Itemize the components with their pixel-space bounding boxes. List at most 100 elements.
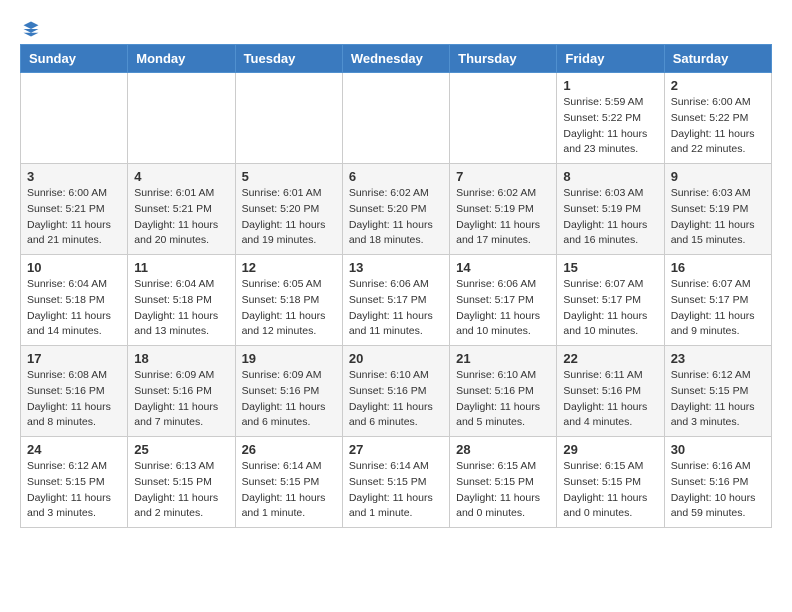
day-number: 19 (242, 351, 336, 366)
day-number: 29 (563, 442, 657, 457)
day-info: Sunrise: 6:14 AM Sunset: 5:15 PM Dayligh… (242, 459, 336, 522)
calendar-cell: 8 Sunrise: 6:03 AM Sunset: 5:19 PM Daylig… (557, 164, 664, 255)
day-info: Sunrise: 6:12 AM Sunset: 5:15 PM Dayligh… (27, 459, 121, 522)
calendar-cell: 25 Sunrise: 6:13 AM Sunset: 5:15 PM Dayli… (128, 437, 235, 528)
calendar-week-row: 24Sunrise: 6:12 AM Sunset: 5:15 PM Dayli… (21, 437, 772, 528)
day-number: 26 (242, 442, 336, 457)
day-number: 20 (349, 351, 443, 366)
calendar-cell: 17 Sunrise: 6:08 AM Sunset: 5:16 PM Dayli… (21, 346, 128, 437)
day-number: 5 (242, 169, 336, 184)
day-number: 27 (349, 442, 443, 457)
calendar-week-row: 1 Sunrise: 5:59 AM Sunset: 5:22 PM Daylig… (21, 73, 772, 164)
day-number: 15 (563, 260, 657, 275)
col-header-tuesday: Tuesday (235, 45, 342, 73)
day-info: Sunrise: 6:04 AM Sunset: 5:18 PM Dayligh… (134, 277, 228, 340)
calendar-cell (342, 73, 449, 164)
day-info: Sunrise: 6:14 AM Sunset: 5:15 PM Dayligh… (349, 459, 443, 522)
calendar-cell: 28Sunrise: 6:15 AM Sunset: 5:15 PM Dayli… (450, 437, 557, 528)
day-info: Sunrise: 5:59 AM Sunset: 5:22 PM Dayligh… (563, 95, 657, 158)
day-number: 9 (671, 169, 765, 184)
day-number: 18 (134, 351, 228, 366)
calendar-cell (235, 73, 342, 164)
day-number: 21 (456, 351, 550, 366)
day-number: 1 (563, 78, 657, 93)
calendar-cell: 22 Sunrise: 6:11 AM Sunset: 5:16 PM Dayli… (557, 346, 664, 437)
col-header-wednesday: Wednesday (342, 45, 449, 73)
calendar-week-row: 17 Sunrise: 6:08 AM Sunset: 5:16 PM Dayli… (21, 346, 772, 437)
day-number: 17 (27, 351, 121, 366)
calendar-cell: 9Sunrise: 6:03 AM Sunset: 5:19 PM Daylig… (664, 164, 771, 255)
day-info: Sunrise: 6:00 AM Sunset: 5:22 PM Dayligh… (671, 95, 765, 158)
day-number: 2 (671, 78, 765, 93)
day-info: Sunrise: 6:10 AM Sunset: 5:16 PM Dayligh… (349, 368, 443, 431)
day-info: Sunrise: 6:09 AM Sunset: 5:16 PM Dayligh… (242, 368, 336, 431)
day-number: 30 (671, 442, 765, 457)
logo-icon (22, 20, 40, 38)
day-info: Sunrise: 6:08 AM Sunset: 5:16 PM Dayligh… (27, 368, 121, 431)
calendar-cell: 27 Sunrise: 6:14 AM Sunset: 5:15 PM Dayli… (342, 437, 449, 528)
calendar-cell: 20 Sunrise: 6:10 AM Sunset: 5:16 PM Dayli… (342, 346, 449, 437)
calendar-cell: 7 Sunrise: 6:02 AM Sunset: 5:19 PM Daylig… (450, 164, 557, 255)
calendar-cell: 29Sunrise: 6:15 AM Sunset: 5:15 PM Dayli… (557, 437, 664, 528)
calendar-cell: 13 Sunrise: 6:06 AM Sunset: 5:17 PM Dayli… (342, 255, 449, 346)
day-number: 13 (349, 260, 443, 275)
day-info: Sunrise: 6:09 AM Sunset: 5:16 PM Dayligh… (134, 368, 228, 431)
calendar-cell: 3 Sunrise: 6:00 AM Sunset: 5:21 PM Daylig… (21, 164, 128, 255)
calendar-cell: 26 Sunrise: 6:14 AM Sunset: 5:15 PM Dayli… (235, 437, 342, 528)
calendar-cell: 2 Sunrise: 6:00 AM Sunset: 5:22 PM Daylig… (664, 73, 771, 164)
calendar-cell: 30 Sunrise: 6:16 AM Sunset: 5:16 PM Dayli… (664, 437, 771, 528)
calendar-cell (450, 73, 557, 164)
day-number: 10 (27, 260, 121, 275)
day-number: 3 (27, 169, 121, 184)
day-number: 14 (456, 260, 550, 275)
day-info: Sunrise: 6:11 AM Sunset: 5:16 PM Dayligh… (563, 368, 657, 431)
day-info: Sunrise: 6:03 AM Sunset: 5:19 PM Dayligh… (563, 186, 657, 249)
day-info: Sunrise: 6:06 AM Sunset: 5:17 PM Dayligh… (349, 277, 443, 340)
calendar-cell: 16Sunrise: 6:07 AM Sunset: 5:17 PM Dayli… (664, 255, 771, 346)
calendar-cell: 10 Sunrise: 6:04 AM Sunset: 5:18 PM Dayli… (21, 255, 128, 346)
day-info: Sunrise: 6:16 AM Sunset: 5:16 PM Dayligh… (671, 459, 765, 522)
calendar-cell: 21 Sunrise: 6:10 AM Sunset: 5:16 PM Dayli… (450, 346, 557, 437)
calendar-cell: 1 Sunrise: 5:59 AM Sunset: 5:22 PM Daylig… (557, 73, 664, 164)
day-number: 6 (349, 169, 443, 184)
calendar-cell: 19 Sunrise: 6:09 AM Sunset: 5:16 PM Dayli… (235, 346, 342, 437)
calendar-cell: 23 Sunrise: 6:12 AM Sunset: 5:15 PM Dayli… (664, 346, 771, 437)
calendar-cell: 15 Sunrise: 6:07 AM Sunset: 5:17 PM Dayli… (557, 255, 664, 346)
logo (20, 20, 40, 34)
day-number: 8 (563, 169, 657, 184)
page-header (20, 20, 772, 34)
calendar-cell (21, 73, 128, 164)
calendar-week-row: 3 Sunrise: 6:00 AM Sunset: 5:21 PM Daylig… (21, 164, 772, 255)
day-info: Sunrise: 6:05 AM Sunset: 5:18 PM Dayligh… (242, 277, 336, 340)
day-info: Sunrise: 6:10 AM Sunset: 5:16 PM Dayligh… (456, 368, 550, 431)
calendar-cell: 6 Sunrise: 6:02 AM Sunset: 5:20 PM Daylig… (342, 164, 449, 255)
day-info: Sunrise: 6:00 AM Sunset: 5:21 PM Dayligh… (27, 186, 121, 249)
day-info: Sunrise: 6:07 AM Sunset: 5:17 PM Dayligh… (563, 277, 657, 340)
calendar-cell: 24Sunrise: 6:12 AM Sunset: 5:15 PM Dayli… (21, 437, 128, 528)
calendar-cell: 4 Sunrise: 6:01 AM Sunset: 5:21 PM Daylig… (128, 164, 235, 255)
day-info: Sunrise: 6:04 AM Sunset: 5:18 PM Dayligh… (27, 277, 121, 340)
day-info: Sunrise: 6:01 AM Sunset: 5:20 PM Dayligh… (242, 186, 336, 249)
day-number: 22 (563, 351, 657, 366)
day-number: 23 (671, 351, 765, 366)
day-number: 7 (456, 169, 550, 184)
day-info: Sunrise: 6:02 AM Sunset: 5:19 PM Dayligh… (456, 186, 550, 249)
calendar-cell: 18 Sunrise: 6:09 AM Sunset: 5:16 PM Dayli… (128, 346, 235, 437)
day-number: 4 (134, 169, 228, 184)
calendar-cell: 14Sunrise: 6:06 AM Sunset: 5:17 PM Dayli… (450, 255, 557, 346)
day-info: Sunrise: 6:01 AM Sunset: 5:21 PM Dayligh… (134, 186, 228, 249)
day-info: Sunrise: 6:12 AM Sunset: 5:15 PM Dayligh… (671, 368, 765, 431)
calendar-cell: 5 Sunrise: 6:01 AM Sunset: 5:20 PM Daylig… (235, 164, 342, 255)
calendar-cell (128, 73, 235, 164)
col-header-saturday: Saturday (664, 45, 771, 73)
calendar-header-row: SundayMondayTuesdayWednesdayThursdayFrid… (21, 45, 772, 73)
calendar-table: SundayMondayTuesdayWednesdayThursdayFrid… (20, 44, 772, 528)
calendar-cell: 12Sunrise: 6:05 AM Sunset: 5:18 PM Dayli… (235, 255, 342, 346)
day-info: Sunrise: 6:07 AM Sunset: 5:17 PM Dayligh… (671, 277, 765, 340)
col-header-thursday: Thursday (450, 45, 557, 73)
day-info: Sunrise: 6:13 AM Sunset: 5:15 PM Dayligh… (134, 459, 228, 522)
day-number: 25 (134, 442, 228, 457)
day-number: 11 (134, 260, 228, 275)
day-info: Sunrise: 6:02 AM Sunset: 5:20 PM Dayligh… (349, 186, 443, 249)
calendar-cell: 11 Sunrise: 6:04 AM Sunset: 5:18 PM Dayli… (128, 255, 235, 346)
